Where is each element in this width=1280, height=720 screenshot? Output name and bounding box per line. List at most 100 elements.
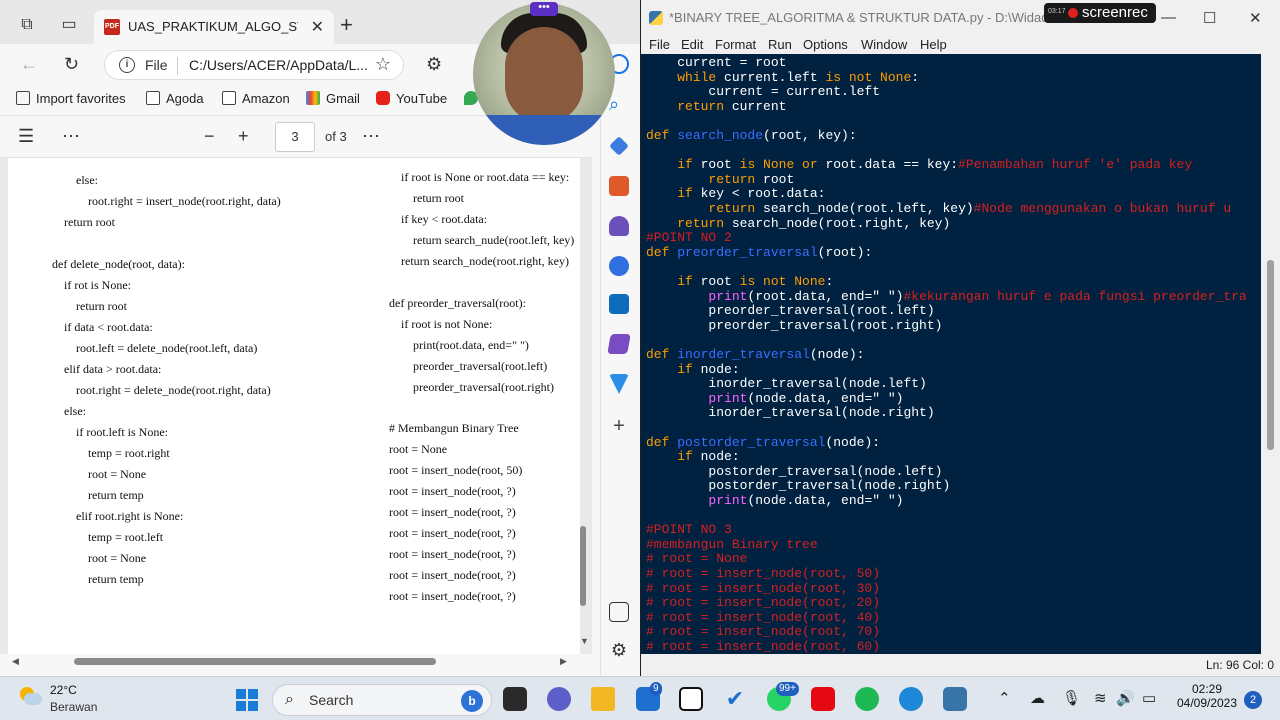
code-token: return xyxy=(708,171,756,187)
code-line: postorder_traversal(node.right) xyxy=(646,478,950,493)
minimize-icon[interactable]: — xyxy=(1161,9,1176,26)
workspaces-icon[interactable]: ⧉ xyxy=(18,16,36,34)
pdf-more-icon[interactable]: ⋯ xyxy=(362,126,380,146)
settings-gear-icon[interactable]: ⚙ xyxy=(609,640,629,660)
maximize-icon[interactable]: ☐ xyxy=(1203,9,1216,27)
python-idle-icon[interactable] xyxy=(943,687,967,711)
code-token: return xyxy=(708,201,756,216)
page-number-input[interactable]: 3 xyxy=(275,122,315,152)
code-line: return search_node(root.left, key)#Node … xyxy=(646,201,1231,216)
start-button[interactable] xyxy=(236,689,258,711)
pdf-viewer[interactable]: else: root.right = insert_node(root.right… xyxy=(0,158,592,654)
favorite-youtube[interactable]: YouTube xyxy=(376,91,447,106)
code-token: (node): xyxy=(809,347,865,362)
tab-pdf[interactable]: PDF UAS_PRAKTIKUM_ALGO_STRUKD ✕ xyxy=(94,10,334,44)
pdf-text-line: return root xyxy=(64,215,115,229)
favorite-amazon[interactable]: Amazon xyxy=(222,91,290,106)
menu-run[interactable]: Run xyxy=(768,37,792,52)
code-token: (node.data, end=" ") xyxy=(747,390,904,406)
weather-condition[interactable]: Berawan xyxy=(50,700,97,714)
notion-icon[interactable] xyxy=(679,687,703,711)
add-sidebar-app-icon[interactable]: + xyxy=(609,416,629,436)
scroll-right-icon[interactable]: ▶ xyxy=(560,656,567,667)
tray-overflow-icon[interactable]: ⌃ xyxy=(998,689,1011,707)
edge-icon[interactable] xyxy=(899,687,923,711)
games-icon[interactable] xyxy=(609,216,629,236)
clock-date: 04/09/2023 xyxy=(1176,696,1238,710)
code-editor[interactable]: current = root while current.left is not… xyxy=(641,54,1261,654)
webcam-menu-icon[interactable]: ••• xyxy=(530,2,558,16)
refresh-icon[interactable]: ↻ xyxy=(64,54,79,74)
volume-icon[interactable]: 🔊 xyxy=(1116,689,1135,707)
favorite-star-icon[interactable]: ☆ xyxy=(375,54,391,75)
close-icon[interactable]: ✕ xyxy=(1249,9,1262,27)
page-icon xyxy=(146,91,160,105)
code-token: #membangun Binary tree xyxy=(646,536,818,552)
editor-scroll-thumb[interactable] xyxy=(1267,260,1274,450)
pdf-text-line: return temp xyxy=(88,488,144,502)
pdf-text-line: # Membangun Binary Tree xyxy=(389,421,519,435)
info-icon[interactable]: i xyxy=(119,57,135,73)
todo-check-icon[interactable]: ✔ xyxy=(723,687,747,711)
zoom-in-icon[interactable]: + xyxy=(238,126,249,146)
contents-icon[interactable]: ☰ xyxy=(18,126,34,146)
hscroll-thumb[interactable] xyxy=(74,658,436,665)
code-token: current xyxy=(724,98,787,114)
bing-icon[interactable]: b xyxy=(461,690,483,712)
tab-actions-icon[interactable]: ▭ xyxy=(60,16,78,34)
new-tab-button[interactable]: + xyxy=(340,14,353,36)
sidebar-toggle-icon[interactable] xyxy=(609,602,629,622)
designer-icon[interactable] xyxy=(607,334,631,354)
menu-help[interactable]: Help xyxy=(920,37,947,52)
weather-temperature[interactable]: 22°C xyxy=(50,683,77,697)
code-token: print xyxy=(708,390,748,406)
scroll-down-icon[interactable]: ▼ xyxy=(580,636,589,646)
spotify-icon[interactable] xyxy=(855,687,879,711)
back-icon[interactable]: ← xyxy=(20,54,38,74)
pdf-vscroll-thumb[interactable] xyxy=(580,526,586,606)
scroll-left-icon[interactable]: ◀ xyxy=(12,656,19,667)
address-bar[interactable]: i File C:/Users/ACER/AppData/L... ☆ xyxy=(104,50,404,80)
pdf-hscroll[interactable]: ◀ ▶ xyxy=(0,654,592,670)
menu-window[interactable]: Window xyxy=(861,37,907,52)
teams-icon[interactable] xyxy=(547,687,571,711)
code-token: (root.data, end=" ") xyxy=(747,288,904,304)
onedrive-icon[interactable]: ☁ xyxy=(1030,689,1045,707)
clock[interactable]: 02:29 04/09/2023 xyxy=(1172,682,1242,710)
outlook-icon[interactable] xyxy=(609,294,629,314)
code-line: current = root xyxy=(646,55,786,70)
menu-file[interactable]: File xyxy=(649,37,670,52)
search-icon[interactable]: ⌕ xyxy=(609,94,629,114)
zoom-out-icon[interactable]: − xyxy=(204,126,215,146)
battery-icon[interactable]: ▭ xyxy=(1142,689,1156,707)
microsoft365-icon[interactable] xyxy=(609,256,629,276)
code-token: preorder_traversal(root.left) xyxy=(646,303,935,319)
menu-format[interactable]: Format xyxy=(715,37,756,52)
close-tab-icon[interactable]: ✕ xyxy=(311,17,324,37)
file-explorer-icon[interactable] xyxy=(591,687,615,711)
pdf-text-line: root = None xyxy=(88,551,147,565)
menu-edit[interactable]: Edit xyxy=(681,37,703,52)
drop-icon[interactable] xyxy=(609,374,629,394)
taskbar-search[interactable]: ⌕ Search b xyxy=(272,684,492,716)
favorite-gmail[interactable]: Gmail xyxy=(306,91,360,106)
code-line: if root is None or root.data == key:#Pen… xyxy=(646,157,1192,172)
wifi-icon[interactable]: ≋ xyxy=(1094,689,1107,707)
editor-scrollbar[interactable] xyxy=(1261,54,1280,654)
favorite-import[interactable]: Import favorites xyxy=(16,91,126,106)
netflix-icon[interactable] xyxy=(811,687,835,711)
favorite-agoda[interactable]: Agoda xyxy=(146,91,204,106)
more-icon[interactable]: ⋯ xyxy=(62,126,80,146)
task-view-icon[interactable] xyxy=(503,687,527,711)
code-line: return current xyxy=(646,99,786,114)
menu-options[interactable]: Options xyxy=(803,37,848,52)
extensions-icon[interactable]: ⚙ xyxy=(426,54,442,75)
tools-icon[interactable] xyxy=(609,176,629,196)
microphone-icon[interactable]: 🎙 xyxy=(1062,689,1081,707)
weather-cloud-icon[interactable] xyxy=(18,687,42,707)
notification-badge[interactable]: 2 xyxy=(1244,691,1262,709)
code-token: # root = insert_node(root, 70) xyxy=(646,624,881,640)
